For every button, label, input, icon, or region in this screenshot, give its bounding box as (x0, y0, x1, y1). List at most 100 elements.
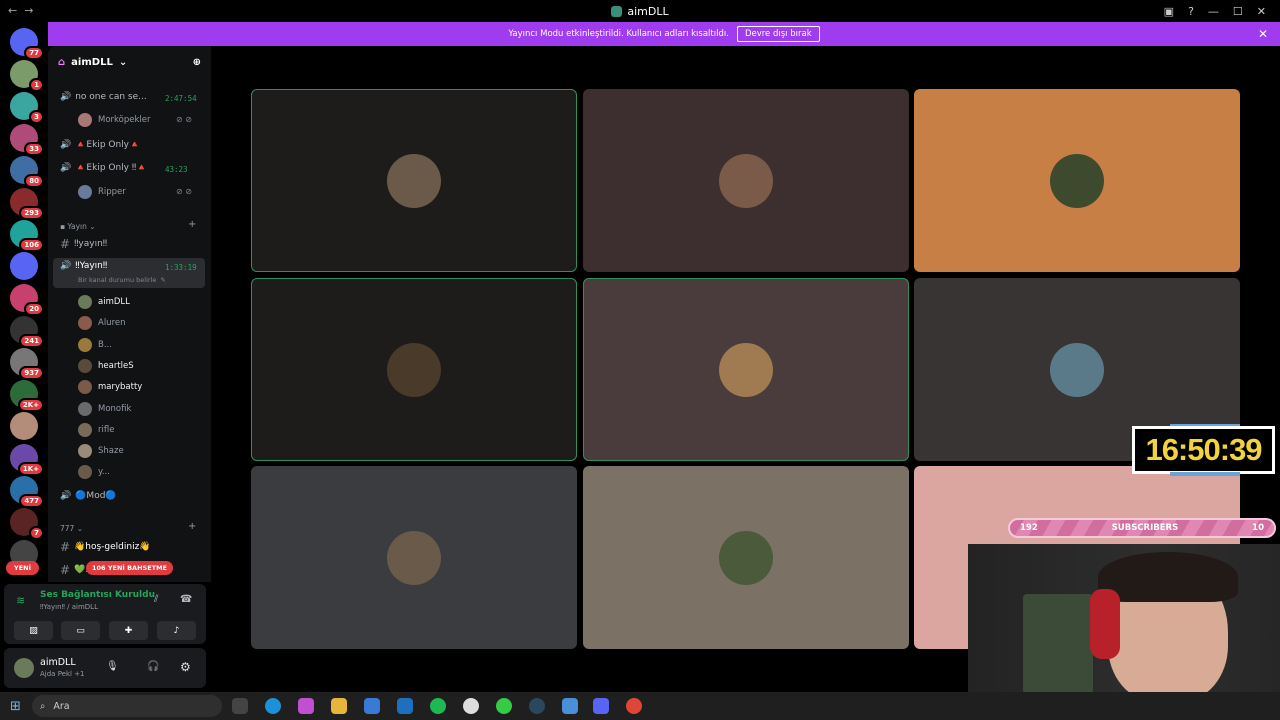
avatar (78, 358, 92, 373)
close-notice-icon[interactable]: ✕ (1258, 27, 1268, 41)
server-icon[interactable]: 477 (10, 476, 44, 508)
camera-button[interactable]: ▨ (14, 621, 53, 640)
server-icon[interactable]: 3 (10, 92, 44, 124)
voice-user[interactable]: Aluren (78, 316, 126, 331)
voice-user[interactable]: heartleS (78, 358, 134, 373)
video-tile[interactable] (583, 466, 909, 649)
new-badge[interactable]: YENİ (6, 561, 40, 575)
category-yayin[interactable]: ▪ Yayın ⌄ (60, 222, 96, 231)
voice-channel-active[interactable]: 🔊 ‼Yayın‼ (60, 261, 107, 271)
noise-suppression-icon[interactable]: ⫽ (154, 594, 158, 605)
speaker-icon: 🔊 (60, 92, 72, 102)
voice-user[interactable]: B... (78, 337, 112, 352)
user-name: aimDLL (40, 657, 76, 668)
headphones-icon[interactable]: 🎧 (147, 661, 159, 672)
text-channel[interactable]: # 👋hoş-geldiniz👋 (60, 540, 151, 554)
add-channel-icon[interactable]: + (188, 521, 196, 532)
voice-channel[interactable]: 🔊 🔵Mod🔵 (60, 491, 117, 501)
voice-user[interactable]: y... (78, 465, 110, 480)
guild-header[interactable]: ⌂ aimDLL ⌄ ⊕ (48, 46, 211, 78)
voice-channel[interactable]: 🔊 🔺Ekip Only🔺 (60, 140, 140, 150)
voice-user[interactable]: rifle (78, 422, 114, 437)
microphone-icon[interactable]: 🎙 (106, 661, 119, 672)
soundboard-button[interactable]: ♪ (157, 621, 196, 640)
server-icon[interactable]: 241 (10, 316, 44, 348)
server-icon[interactable]: 7 (10, 508, 44, 540)
xbox-icon[interactable] (496, 698, 512, 714)
server-badge: 241 (19, 334, 44, 348)
soundboard-icon: ♪ (173, 625, 180, 636)
chrome-icon[interactable] (626, 698, 642, 714)
avatar (78, 337, 92, 352)
screen-share-button[interactable]: ▭ (61, 621, 100, 640)
hash-icon: # (60, 563, 71, 577)
server-icon[interactable]: 77 (10, 28, 44, 60)
steam-icon[interactable] (529, 698, 545, 714)
avatar (78, 113, 92, 127)
voice-channel[interactable]: 🔊 🔺Ekip Only ‼🔺 (60, 163, 147, 173)
close-window-icon[interactable]: ✕ (1257, 5, 1266, 18)
obs-icon[interactable] (463, 698, 479, 714)
avatar (78, 401, 92, 416)
minimize-icon[interactable]: — (1208, 5, 1219, 18)
copilot-icon[interactable] (298, 698, 314, 714)
outlook-icon[interactable] (397, 698, 413, 714)
video-tile[interactable] (583, 89, 909, 272)
category-777[interactable]: 777 ⌄ (60, 524, 83, 533)
file-explorer-icon[interactable] (331, 698, 347, 714)
mention-badge[interactable]: 106 YENİ BAHSETME (86, 561, 173, 575)
server-icon[interactable]: 106 (10, 220, 44, 252)
maximize-icon[interactable]: ☐ (1233, 5, 1243, 18)
search-icon: ⌕ (40, 700, 46, 712)
spotify-icon[interactable] (430, 698, 446, 714)
pencil-icon: ✎ (160, 276, 166, 284)
settings-gear-icon[interactable]: ⚙ (180, 660, 191, 674)
app-icon[interactable] (562, 698, 578, 714)
server-icon[interactable]: 20 (10, 284, 44, 316)
add-channel-icon[interactable]: + (188, 219, 196, 230)
server-icon[interactable]: 293 (10, 188, 44, 220)
invite-icon[interactable]: ⊕ (193, 57, 201, 68)
server-icon[interactable] (10, 252, 38, 280)
server-icon[interactable]: 33 (10, 124, 44, 156)
activities-button[interactable]: ✚ (109, 621, 148, 640)
edge-icon[interactable] (265, 698, 281, 714)
server-icon[interactable]: 80 (10, 156, 44, 188)
video-tile[interactable] (251, 278, 577, 461)
video-tile[interactable] (251, 89, 577, 272)
inbox-icon[interactable]: ▣ (1164, 5, 1174, 18)
windows-start-icon[interactable]: ⊞ (10, 699, 21, 714)
discord-icon[interactable] (593, 698, 609, 714)
voice-channel[interactable]: 🔊 no one can se... (60, 92, 147, 102)
text-channel[interactable]: # ‼yayın‼ (60, 237, 107, 251)
connection-title[interactable]: Ses Bağlantısı Kuruldu (40, 590, 155, 600)
voice-user[interactable]: Ripper (78, 185, 126, 199)
participant-avatar (1050, 153, 1104, 208)
video-tile[interactable] (914, 89, 1240, 272)
video-tile[interactable] (583, 278, 909, 461)
voice-user[interactable]: marybatty (78, 380, 142, 395)
taskbar-search[interactable]: ⌕ Ara (32, 695, 222, 717)
server-icon[interactable]: 1 (10, 60, 44, 92)
server-icon[interactable]: 2K+ (10, 380, 44, 412)
server-icon[interactable] (10, 412, 38, 440)
video-tile[interactable] (251, 466, 577, 649)
voice-user[interactable]: Shaze (78, 444, 124, 459)
nav-arrows[interactable]: ← → (8, 4, 33, 17)
voice-user[interactable]: Monofik (78, 401, 131, 416)
task-view-icon[interactable] (232, 698, 248, 714)
server-badge: 1 (29, 78, 44, 92)
channel-timer: 43:23 (165, 165, 188, 174)
voice-user[interactable]: Morköpekler (78, 113, 150, 127)
disable-button[interactable]: Devre dışı bırak (736, 26, 820, 42)
disconnect-icon[interactable]: ☎ (180, 594, 192, 605)
server-icon[interactable]: 1K+ (10, 444, 44, 476)
avatar[interactable] (14, 658, 34, 678)
channel-status-link[interactable]: Bir kanal durumu belirle ✎ (78, 276, 166, 284)
store-icon[interactable] (364, 698, 380, 714)
server-icon[interactable]: 937 (10, 348, 44, 380)
voice-user[interactable]: aimDLL (78, 295, 130, 309)
help-icon[interactable]: ? (1188, 5, 1194, 18)
speaker-icon: 🔊 (60, 163, 72, 173)
deafened-icon: ⊘ ⊘ (176, 115, 192, 124)
